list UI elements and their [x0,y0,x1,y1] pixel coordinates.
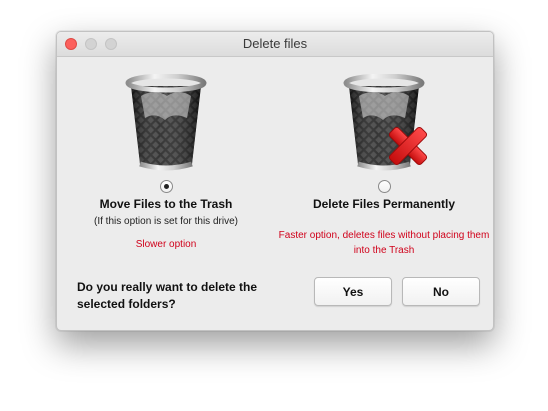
option-title: Move Files to the Trash [99,197,233,211]
option-move-to-trash[interactable]: Move Files to the Trash (If this option … [57,56,275,252]
trash-bin-delete-icon[interactable] [339,73,429,174]
option-title: Delete Files Permanently [312,197,456,211]
delete-files-dialog: Delete files Move Files to the Trash (If… [56,31,494,331]
option-delete-permanently[interactable]: Delete Files Permanently Faster option, … [275,56,493,258]
option-note: Slower option [135,239,197,250]
no-button[interactable]: No [402,277,480,306]
option-subtitle: (If this option is set for this drive) [94,216,238,227]
delete-permanently-radio[interactable] [377,180,391,193]
title-bar: Delete files [57,32,493,57]
move-to-trash-radio[interactable] [159,180,173,193]
option-note: Faster option, deletes files without pla… [278,230,490,256]
confirm-question: Do you really want to delete the selecte… [77,280,258,311]
yes-button[interactable]: Yes [314,277,392,306]
trash-bin-icon[interactable] [121,73,211,174]
window-title: Delete files [242,36,308,51]
